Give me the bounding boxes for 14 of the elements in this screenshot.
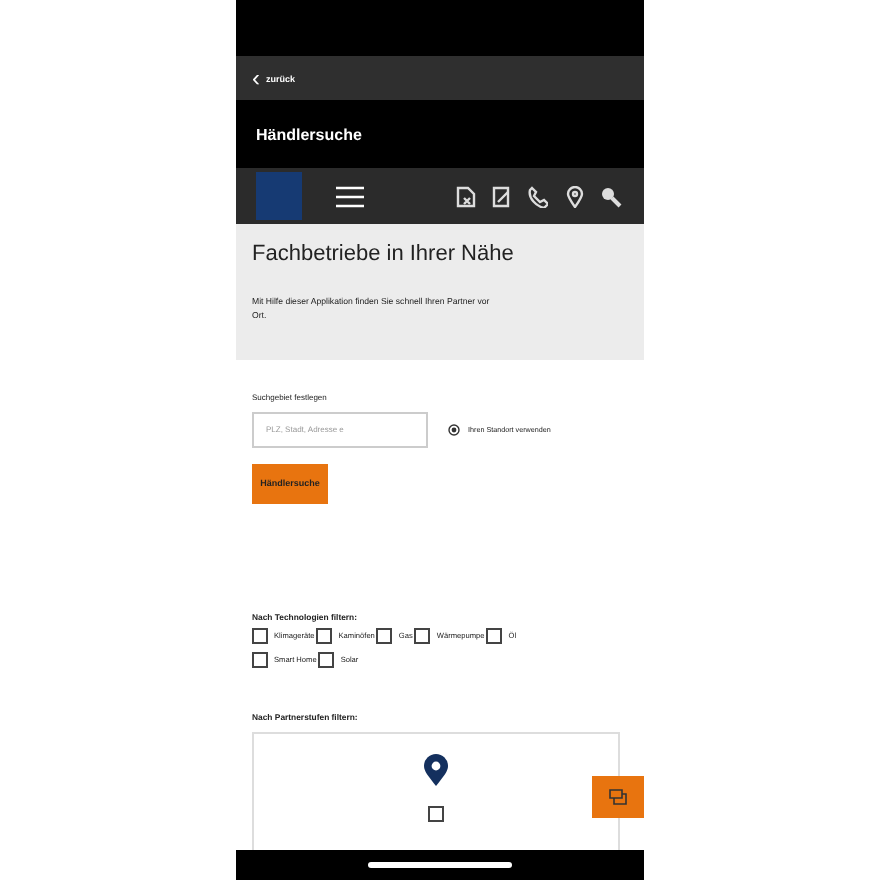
checkbox[interactable] bbox=[316, 627, 333, 644]
chat-icon bbox=[608, 788, 628, 806]
section-heading: Fachbetriebe in Ihrer Nähe bbox=[252, 242, 516, 266]
location-pin-icon bbox=[424, 753, 448, 786]
checkbox[interactable] bbox=[376, 627, 393, 644]
checkbox[interactable] bbox=[318, 651, 335, 668]
checkbox[interactable] bbox=[252, 627, 268, 644]
checkbox[interactable] bbox=[486, 627, 503, 644]
checkbox[interactable] bbox=[252, 651, 268, 668]
page-title: Händlersuche bbox=[256, 125, 362, 143]
chat-button[interactable] bbox=[592, 776, 644, 818]
checkbox[interactable] bbox=[428, 805, 444, 822]
checkbox[interactable] bbox=[414, 627, 431, 644]
target-icon bbox=[448, 423, 460, 436]
